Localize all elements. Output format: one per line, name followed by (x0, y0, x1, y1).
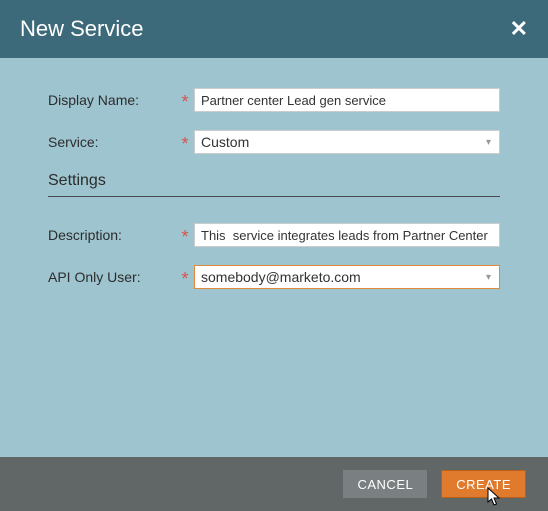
required-marker: * (178, 228, 192, 246)
create-button[interactable]: CREATE (441, 470, 526, 498)
label-service: Service: (48, 134, 178, 150)
dialog-footer: CANCEL CREATE (0, 457, 548, 511)
service-select[interactable]: Custom ▾ (194, 130, 500, 154)
required-marker: * (178, 270, 192, 288)
row-api-user: API Only User: * somebody@marketo.com ▾ (48, 265, 500, 289)
required-marker: * (178, 93, 192, 111)
chevron-down-icon: ▾ (486, 272, 491, 283)
field-api-user: somebody@marketo.com ▾ (194, 265, 500, 289)
label-display-name: Display Name: (48, 92, 178, 108)
dialog-title: New Service (20, 16, 143, 42)
new-service-dialog: New Service ✕ Display Name: * Service: *… (0, 0, 548, 511)
row-description: Description: * (48, 223, 500, 247)
field-description (194, 223, 500, 247)
display-name-input[interactable] (194, 88, 500, 112)
label-api-user: API Only User: (48, 269, 178, 285)
dialog-body: Display Name: * Service: * Custom ▾ Sett… (0, 58, 548, 457)
close-icon[interactable]: ✕ (510, 18, 528, 40)
service-select-value: Custom (201, 134, 249, 150)
api-user-select[interactable]: somebody@marketo.com ▾ (194, 265, 500, 289)
row-display-name: Display Name: * (48, 88, 500, 112)
label-description: Description: (48, 227, 178, 243)
chevron-down-icon: ▾ (486, 137, 491, 148)
api-user-select-value: somebody@marketo.com (201, 269, 361, 285)
required-marker: * (178, 135, 192, 153)
dialog-header: New Service ✕ (0, 0, 548, 58)
row-service: Service: * Custom ▾ (48, 130, 500, 154)
field-display-name (194, 88, 500, 112)
cancel-button[interactable]: CANCEL (343, 470, 427, 498)
description-input[interactable] (194, 223, 500, 247)
field-service: Custom ▾ (194, 130, 500, 154)
settings-heading: Settings (48, 172, 500, 197)
